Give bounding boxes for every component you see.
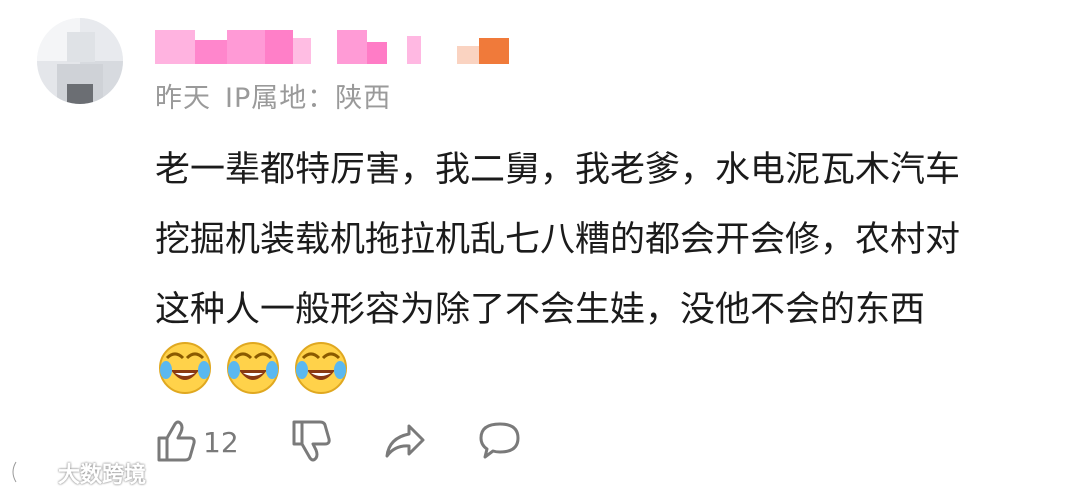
username-mosaic-block bbox=[337, 30, 367, 64]
laughing-tears-emoji bbox=[159, 342, 211, 394]
share-button[interactable] bbox=[383, 418, 429, 468]
laughing-tears-emoji bbox=[295, 342, 347, 394]
reply-button[interactable] bbox=[477, 418, 523, 468]
share-icon bbox=[385, 424, 425, 458]
comment-time: 昨天 bbox=[155, 83, 211, 114]
like-count: 12 bbox=[203, 426, 239, 459]
username-mosaic-block bbox=[367, 42, 387, 64]
username-mosaic-block bbox=[457, 46, 479, 64]
username-mosaic-block bbox=[265, 30, 293, 64]
username-mosaic-block bbox=[155, 30, 195, 64]
username-obscured[interactable] bbox=[155, 30, 515, 64]
comment-meta: 昨天 IP属地：陕西 bbox=[155, 76, 405, 115]
watermark-logo-icon bbox=[11, 461, 50, 483]
watermark-text: 大数跨境 bbox=[58, 463, 147, 488]
comment-line: 挖掘机装载机拖拉机乱七八糟的都会开会修，农村对 bbox=[155, 220, 961, 260]
thumbs-down-icon bbox=[292, 420, 331, 462]
comment-line: 老一辈都特厉害，我二舅，我老爹，水电泥瓦木汽车 bbox=[155, 150, 961, 190]
username-mosaic-block bbox=[227, 30, 265, 64]
thumbs-up-icon bbox=[157, 420, 196, 462]
ip-location: IP属地：陕西 bbox=[225, 83, 392, 114]
comment-icon bbox=[479, 422, 520, 459]
dislike-button[interactable] bbox=[290, 418, 336, 468]
like-button[interactable]: 12 bbox=[155, 418, 265, 468]
comment-line: 这种人一般形容为除了不会生娃，没他不会的东西 bbox=[155, 290, 926, 330]
username-mosaic-block bbox=[293, 38, 311, 64]
laughing-tears-emoji bbox=[227, 342, 279, 394]
username-mosaic-block bbox=[407, 36, 421, 64]
username-mosaic-block bbox=[195, 40, 227, 64]
username-mosaic-block bbox=[479, 38, 509, 64]
comment-text: 老一辈都特厉害，我二舅，我老爹，水电泥瓦木汽车 挖掘机装载机拖拉机乱七八糟的都会… bbox=[155, 135, 1075, 345]
avatar[interactable] bbox=[37, 18, 123, 104]
